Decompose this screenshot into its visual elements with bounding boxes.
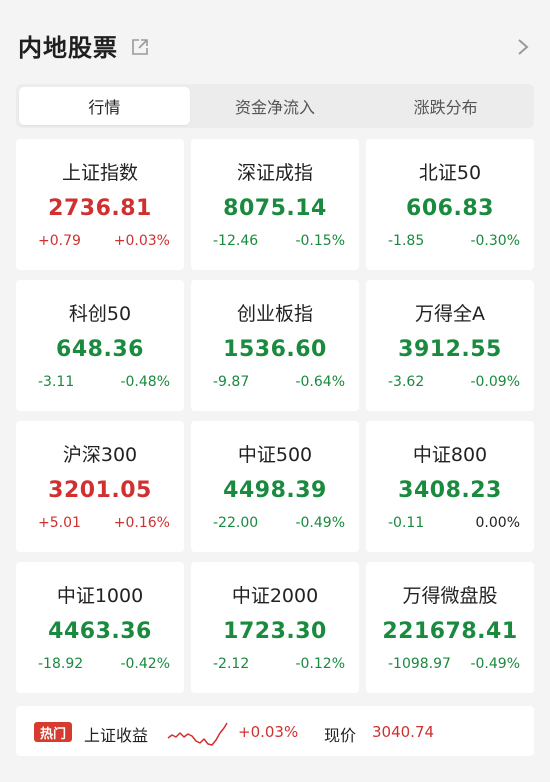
index-name: 北证50	[418, 162, 482, 184]
ticker-label: 上证收益	[84, 726, 149, 745]
index-change-pct: -0.09%	[470, 374, 520, 390]
index-name: 万得微盘股	[402, 585, 498, 607]
hot-badge: 热门	[34, 722, 72, 742]
index-value: 648.36	[56, 337, 144, 362]
index-name: 中证1000	[56, 585, 144, 607]
tab-net-inflow[interactable]: 资金净流入	[190, 87, 361, 125]
index-changes: -3.62 -0.09%	[366, 374, 534, 390]
index-name: 中证500	[237, 444, 313, 466]
index-card[interactable]: 中证500 4498.39 -22.00 -0.49%	[191, 421, 359, 552]
index-change: -1098.97	[388, 656, 451, 672]
page-title: 内地股票	[18, 34, 118, 62]
index-change: -1.85	[388, 233, 425, 249]
index-change-pct: -0.48%	[120, 374, 170, 390]
index-changes: -22.00 -0.49%	[191, 515, 359, 531]
index-change-pct: 0.00%	[475, 515, 520, 531]
index-name: 万得全A	[415, 303, 485, 325]
index-changes: +0.79 +0.03%	[16, 233, 184, 249]
index-value: 3201.05	[48, 478, 152, 503]
index-card[interactable]: 中证1000 4463.36 -18.92 -0.42%	[16, 562, 184, 693]
index-change: -18.92	[38, 656, 84, 672]
index-change-pct: -0.30%	[470, 233, 520, 249]
share-icon[interactable]	[130, 37, 150, 57]
index-value: 4463.36	[48, 619, 152, 644]
index-change: -22.00	[213, 515, 259, 531]
index-change: -0.11	[388, 515, 425, 531]
index-value: 1723.30	[223, 619, 327, 644]
index-changes: -9.87 -0.64%	[191, 374, 359, 390]
tab-market[interactable]: 行情	[19, 87, 190, 125]
index-changes: -3.11 -0.48%	[16, 374, 184, 390]
index-name: 创业板指	[236, 303, 313, 325]
index-change: +0.79	[38, 233, 81, 249]
index-name: 深证成指	[236, 162, 313, 184]
tab-distribution[interactable]: 涨跌分布	[360, 87, 531, 125]
index-change: +5.01	[38, 515, 81, 531]
index-change: -3.62	[388, 374, 425, 390]
index-changes: +5.01 +0.16%	[16, 515, 184, 531]
index-changes: -12.46 -0.15%	[191, 233, 359, 249]
index-card[interactable]: 中证2000 1723.30 -2.12 -0.12%	[191, 562, 359, 693]
ticker-price-label: 现价	[324, 726, 357, 745]
index-change: -3.11	[38, 374, 75, 390]
index-name: 中证2000	[231, 585, 319, 607]
index-change: -9.87	[213, 374, 250, 390]
index-card[interactable]: 深证成指 8075.14 -12.46 -0.15%	[191, 139, 359, 270]
ticker-change-pct: +0.03%	[238, 723, 299, 741]
index-card[interactable]: 科创50 648.36 -3.11 -0.48%	[16, 280, 184, 411]
index-value: 3408.23	[398, 478, 502, 503]
index-changes: -1.85 -0.30%	[366, 233, 534, 249]
index-value: 3912.55	[398, 337, 502, 362]
index-card[interactable]: 万得全A 3912.55 -3.62 -0.09%	[366, 280, 534, 411]
index-name: 沪深300	[62, 444, 138, 466]
index-card[interactable]: 上证指数 2736.81 +0.79 +0.03%	[16, 139, 184, 270]
index-name: 上证指数	[61, 162, 138, 184]
index-change-pct: -0.15%	[295, 233, 345, 249]
index-change-pct: -0.64%	[295, 374, 345, 390]
index-value: 606.83	[406, 196, 494, 221]
index-value: 221678.41	[382, 619, 518, 644]
index-changes: -0.11 0.00%	[366, 515, 534, 531]
index-card[interactable]: 创业板指 1536.60 -9.87 -0.64%	[191, 280, 359, 411]
index-changes: -1098.97 -0.49%	[366, 656, 534, 672]
index-value: 2736.81	[48, 196, 152, 221]
index-card[interactable]: 沪深300 3201.05 +5.01 +0.16%	[16, 421, 184, 552]
index-change: -2.12	[213, 656, 250, 672]
index-name: 科创50	[68, 303, 132, 325]
index-change-pct: -0.49%	[295, 515, 345, 531]
index-changes: -18.92 -0.42%	[16, 656, 184, 672]
index-changes: -2.12 -0.12%	[191, 656, 359, 672]
header: 内地股票	[0, 0, 550, 84]
index-change-pct: -0.49%	[470, 656, 520, 672]
index-value: 1536.60	[223, 337, 327, 362]
ticker-price: 3040.74	[372, 723, 435, 741]
index-change-pct: +0.03%	[113, 233, 170, 249]
chevron-right-icon[interactable]	[514, 36, 532, 58]
index-change-pct: -0.12%	[295, 656, 345, 672]
index-card[interactable]: 北证50 606.83 -1.85 -0.30%	[366, 139, 534, 270]
sparkline-icon	[167, 722, 228, 746]
index-change-pct: +0.16%	[113, 515, 170, 531]
index-value: 8075.14	[223, 196, 327, 221]
index-change: -12.46	[213, 233, 259, 249]
index-name: 中证800	[412, 444, 488, 466]
index-grid: 上证指数 2736.81 +0.79 +0.03% 深证成指 8075.14 -12.46-…	[16, 139, 534, 693]
index-change-pct: -0.42%	[120, 656, 170, 672]
hot-ticker[interactable]: 热门 上证收益 +0.03% 现价 3040.74	[16, 706, 534, 756]
index-card[interactable]: 万得微盘股 221678.41 -1098.97 -0.49%	[366, 562, 534, 693]
index-value: 4498.39	[223, 478, 327, 503]
index-card[interactable]: 中证800 3408.23 -0.11 0.00%	[366, 421, 534, 552]
tab-bar: 行情 资金净流入 涨跌分布	[16, 84, 534, 128]
